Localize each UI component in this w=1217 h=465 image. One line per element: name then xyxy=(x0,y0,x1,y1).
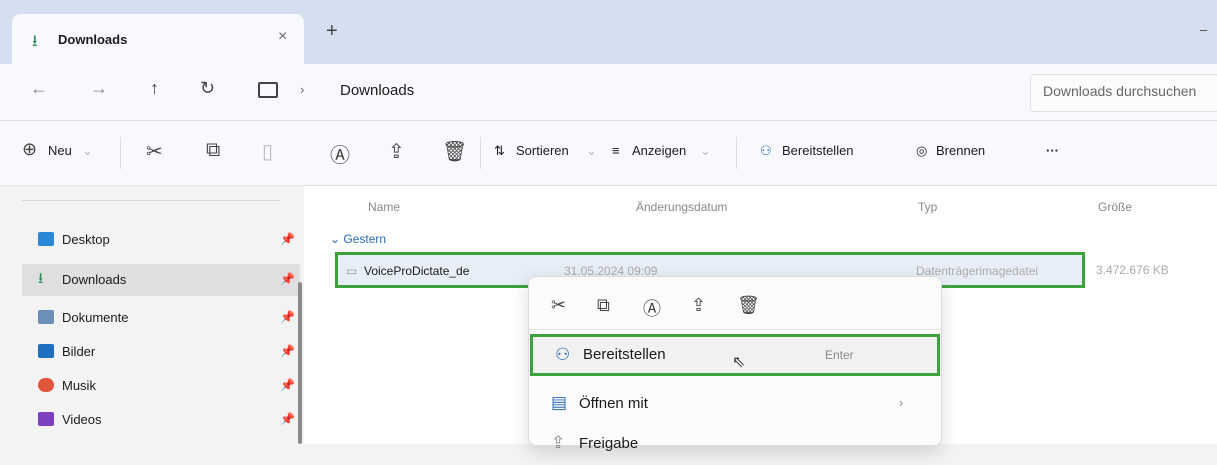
divider xyxy=(736,137,737,169)
chevron-down-icon: ⌄ xyxy=(700,143,711,158)
sidebar-item-pictures[interactable]: Bilder 📌 xyxy=(22,336,300,368)
pin-icon[interactable]: 📌 xyxy=(280,310,295,324)
sidebar-item-documents[interactable]: Dokumente 📌 xyxy=(22,302,300,334)
forward-button[interactable]: → xyxy=(90,78,108,99)
group-label: Gestern xyxy=(343,232,387,246)
desktop-icon xyxy=(38,232,54,246)
mount-icon: ⚇ xyxy=(760,143,772,158)
tab-title: Downloads xyxy=(58,32,128,47)
sort-button[interactable]: Sortieren xyxy=(516,143,569,158)
chevron-down-icon: ⌄ xyxy=(82,143,93,158)
share-icon[interactable]: ⇪ xyxy=(691,295,706,316)
up-button[interactable]: ↑ xyxy=(150,78,159,99)
tab-bar: ⭳ Downloads × + – xyxy=(0,0,1217,64)
navigation-bar: ← → ↑ ↻ › Downloads Downloads durchsuche… xyxy=(0,64,1217,121)
mount-button[interactable]: Bereitstellen xyxy=(782,143,854,158)
menu-item-share[interactable]: ⇪ Freigabe xyxy=(529,423,941,465)
new-tab-button[interactable]: + xyxy=(326,20,338,43)
music-icon xyxy=(38,378,54,392)
sidebar-item-label: Musik xyxy=(62,378,96,393)
pin-icon[interactable]: 📌 xyxy=(280,232,295,246)
mount-icon: ⚇ xyxy=(555,345,571,364)
burn-button[interactable]: Brennen xyxy=(936,143,985,158)
pin-icon[interactable]: 📌 xyxy=(280,344,295,358)
videos-icon xyxy=(38,412,54,426)
file-icon: ▭ xyxy=(346,264,358,278)
delete-icon[interactable]: 🗑 xyxy=(737,295,760,316)
sidebar-item-label: Desktop xyxy=(62,232,110,247)
copy-icon[interactable]: ⧉ xyxy=(206,139,220,162)
column-header-name[interactable]: Name xyxy=(368,200,400,214)
mouse-cursor-icon: ⇖ xyxy=(732,354,746,371)
sort-icon: ⇅ xyxy=(494,143,505,158)
share-icon: ⇪ xyxy=(551,433,566,452)
download-icon: ⭳ xyxy=(32,33,38,50)
chevron-down-icon: ⌄ xyxy=(586,143,597,158)
search-box[interactable]: Downloads durchsuchen xyxy=(1030,74,1217,112)
breadcrumb-separator: › xyxy=(300,82,305,97)
view-icon: ≡ xyxy=(612,143,620,158)
group-header[interactable]: ⌄ Gestern xyxy=(330,232,386,246)
close-tab-icon[interactable]: × xyxy=(278,28,287,46)
sidebar-item-label: Downloads xyxy=(62,272,127,287)
column-header-size[interactable]: Größe xyxy=(1098,200,1132,214)
back-button[interactable]: ← xyxy=(30,78,48,99)
sidebar-item-music[interactable]: Musik 📌 xyxy=(22,370,300,402)
sidebar-scrollbar[interactable] xyxy=(298,282,302,444)
rename-icon[interactable]: Ⓐ xyxy=(643,295,661,321)
file-size: 3.472.676 KB xyxy=(1096,263,1169,277)
open-with-icon: ▤ xyxy=(551,393,568,412)
command-bar: ⊕ Neu ⌄ ✂ ⧉ ▯ Ⓐ ⇪ 🗑 ⇅ Sortieren ⌄ ≡ Anze… xyxy=(0,121,1217,186)
plus-circle-icon: ⊕ xyxy=(22,139,38,159)
monitor-icon xyxy=(258,82,278,98)
pin-icon[interactable]: 📌 xyxy=(280,272,295,286)
cut-icon[interactable]: ✂ xyxy=(551,295,566,316)
column-header-date[interactable]: Änderungsdatum xyxy=(636,200,727,214)
pin-icon[interactable]: 📌 xyxy=(280,378,295,392)
menu-item-open-with[interactable]: ▤ Öffnen mit › xyxy=(529,383,941,425)
cut-icon[interactable]: ✂ xyxy=(146,139,163,164)
copy-icon[interactable]: ⧉ xyxy=(597,295,610,316)
tab-downloads[interactable]: ⭳ Downloads × xyxy=(12,14,304,64)
view-button[interactable]: Anzeigen xyxy=(632,143,686,158)
sidebar-item-videos[interactable]: Videos 📌 xyxy=(22,404,300,436)
burn-icon: ◎ xyxy=(916,143,928,158)
menu-item-label: Bereitstellen xyxy=(583,346,666,363)
refresh-button[interactable]: ↻ xyxy=(200,78,215,99)
download-icon: ⭳ xyxy=(38,270,44,287)
sidebar-item-label: Dokumente xyxy=(62,310,129,325)
paste-icon[interactable]: ▯ xyxy=(262,139,273,164)
sidebar-item-label: Bilder xyxy=(62,344,96,359)
sidebar-item-desktop[interactable]: Desktop 📌 xyxy=(22,224,300,256)
breadcrumb-downloads[interactable]: Downloads xyxy=(340,82,414,99)
more-options-button[interactable]: ··· xyxy=(1046,143,1059,158)
divider xyxy=(480,137,481,169)
divider xyxy=(120,137,121,169)
chevron-right-icon: › xyxy=(899,395,904,410)
new-button[interactable]: Neu xyxy=(48,143,72,158)
pin-icon[interactable]: 📌 xyxy=(280,412,295,426)
sidebar-item-downloads[interactable]: ⭳ Downloads 📌 xyxy=(22,264,300,296)
minimize-button[interactable]: – xyxy=(1200,22,1207,37)
delete-icon[interactable]: 🗑 xyxy=(442,139,467,164)
column-header-type[interactable]: Typ xyxy=(918,200,937,214)
rename-icon[interactable]: Ⓐ xyxy=(330,139,350,168)
sidebar-item-label: Videos xyxy=(62,412,102,427)
divider xyxy=(22,200,280,201)
share-icon[interactable]: ⇪ xyxy=(388,139,405,164)
navigation-pane: Desktop 📌 ⭳ Downloads 📌 Dokumente 📌 Bild… xyxy=(0,186,300,444)
search-input[interactable]: Downloads durchsuchen xyxy=(1043,83,1196,99)
menu-item-shortcut: Enter xyxy=(825,348,854,362)
documents-icon xyxy=(38,310,54,324)
divider xyxy=(529,329,941,330)
menu-item-label: Öffnen mit xyxy=(579,395,648,412)
file-name: VoiceProDictate_de xyxy=(364,264,470,278)
pictures-icon xyxy=(38,344,54,358)
